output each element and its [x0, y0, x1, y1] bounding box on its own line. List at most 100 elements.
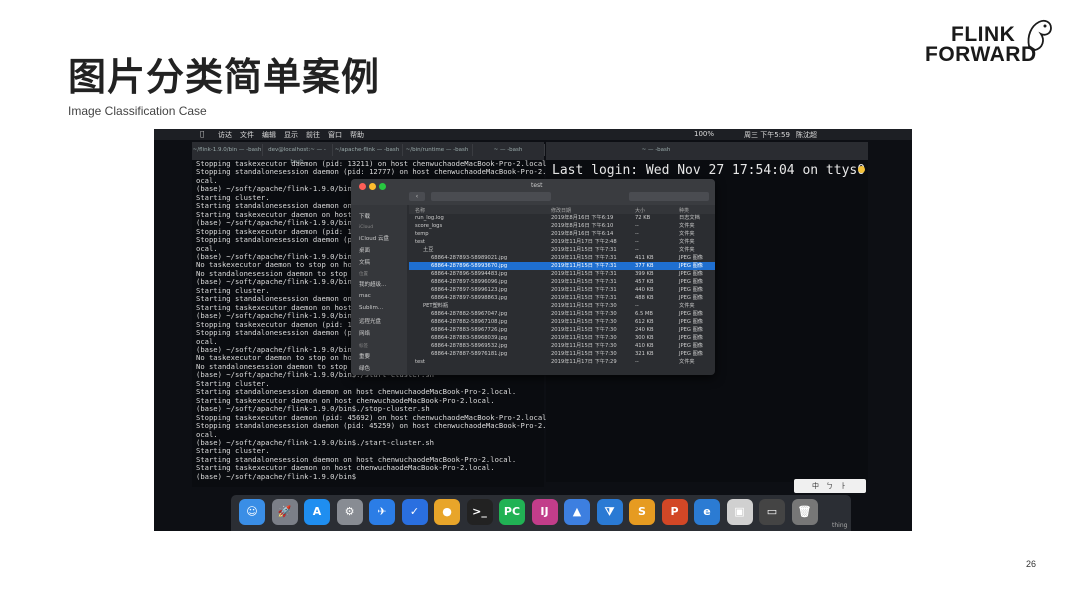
file-date: 2019年11月15日 下午7:31: [551, 247, 617, 253]
menu-item-view[interactable]: 显示: [284, 130, 298, 140]
file-row[interactable]: PET塑料瓶 2019年11月15日 下午7:30 -- 文件夹: [409, 302, 715, 310]
file-row[interactable]: 68864-287882-58967047.jpg 2019年11月15日 下午7…: [409, 310, 715, 318]
finder-icon[interactable]: ☺: [239, 499, 265, 525]
file-row[interactable]: 68864-287883-58967726.jpg 2019年11月15日 下午7…: [409, 326, 715, 334]
system-preferences-icon[interactable]: ⚙: [336, 499, 363, 525]
terminal-tab[interactable]: ~ — -bash: [472, 144, 545, 156]
finder-window[interactable]: test ‹ 下载 iCloud iCloud 云盘 桌面 文稿 位置 我的超级…: [351, 179, 715, 375]
sublime-icon[interactable]: S: [629, 499, 655, 525]
file-row[interactable]: 68864-287897-58998863.jpg 2019年11月15日 下午7…: [409, 294, 715, 302]
file-row[interactable]: 68864-287897-58996123.jpg 2019年11月15日 下午7…: [409, 286, 715, 294]
sidebar-item-location[interactable]: 我的超级...: [359, 280, 386, 288]
file-row[interactable]: 68864-287887-58976181.jpg 2019年11月15日 下午7…: [409, 350, 715, 358]
sidebar-item-sublime[interactable]: Sublim...: [359, 305, 383, 311]
file-kind: 文件夹: [679, 223, 695, 229]
page-number: 26: [1026, 559, 1037, 569]
sidebar-item-icloud-drive[interactable]: iCloud 云盘: [359, 234, 389, 242]
apple-icon[interactable]: : [200, 130, 204, 138]
back-button[interactable]: ‹: [409, 192, 425, 201]
preview-icon[interactable]: ▣: [726, 499, 753, 525]
terminal-tab[interactable]: ~ — -bash: [606, 144, 706, 156]
menu-item-help[interactable]: 帮助: [350, 130, 364, 140]
toolbar-view-buttons[interactable]: [431, 192, 551, 201]
search-field[interactable]: [629, 192, 709, 201]
file-row[interactable]: 68864-287896-58994483.jpg 2019年11月15日 下午7…: [409, 270, 715, 278]
menu-item-go[interactable]: 前往: [306, 130, 320, 140]
file-kind: JPEG 图像: [679, 263, 703, 269]
file-row[interactable]: 68864-287897-58996096.jpg 2019年11月15日 下午7…: [409, 278, 715, 286]
chrome-icon[interactable]: ●: [434, 499, 460, 525]
file-size: 488 KB: [635, 295, 654, 301]
file-name: test: [415, 239, 425, 245]
terminal-icon[interactable]: >_: [466, 499, 493, 525]
dingtalk-icon[interactable]: ✓: [401, 499, 428, 525]
ime-item[interactable]: ㄅ: [826, 481, 833, 491]
column-size[interactable]: 大小: [635, 207, 645, 214]
file-kind: JPEG 图像: [679, 279, 703, 285]
menu-item-window[interactable]: 窗口: [328, 130, 342, 140]
file-size: 399 KB: [635, 271, 654, 277]
file-kind: 文件夹: [679, 239, 695, 245]
sidebar-item-documents[interactable]: 文稿: [359, 258, 370, 266]
clock[interactable]: 周三 下午5:59: [744, 130, 790, 140]
sidebar-item-remote-disc[interactable]: 远程光盘: [359, 317, 381, 325]
file-row[interactable]: 68864-287882-58967108.jpg 2019年11月15日 下午7…: [409, 318, 715, 326]
close-icon[interactable]: [359, 183, 366, 190]
keynote-icon[interactable]: ▲: [564, 499, 590, 525]
sidebar-item-network[interactable]: 网络: [359, 329, 370, 337]
edge-icon[interactable]: e: [694, 499, 720, 525]
file-size: 377 KB: [635, 263, 654, 269]
powerpoint-icon[interactable]: P: [661, 499, 688, 525]
file-row[interactable]: 68864-287883-58969532.jpg 2019年11月15日 下午7…: [409, 342, 715, 350]
column-date[interactable]: 修改日期: [551, 207, 571, 214]
menu-item-finder[interactable]: 访达: [218, 130, 232, 140]
zoom-icon[interactable]: [379, 183, 386, 190]
macos-dock: ☺ 🚀 A ⚙ ✈ ✓ ● >_ PC IJ ▲ ⧩ S Pe ▣ ▭ 🗑: [231, 495, 851, 531]
menu-item-file[interactable]: 文件: [240, 130, 254, 140]
ime-item[interactable]: 中: [812, 481, 819, 491]
file-row[interactable]: 68864-287893-58989021.jpg 2019年11月15日 下午7…: [409, 254, 715, 262]
file-name: run_log.log: [415, 215, 444, 221]
file-row[interactable]: temp 2019年8月16日 下午6:14 -- 文件夹: [409, 230, 715, 238]
file-row[interactable]: 68864-287883-58968039.jpg 2019年11月15日 下午7…: [409, 334, 715, 342]
vscode-icon[interactable]: ⧩: [596, 499, 623, 525]
terminal-tab[interactable]: ~/bin/runtime — -bash: [402, 144, 473, 156]
sidebar-item-tag-green[interactable]: 绿色: [359, 364, 370, 372]
battery-status[interactable]: 100%: [694, 130, 714, 138]
file-size: --: [635, 239, 639, 245]
file-row[interactable]: test 2019年11月17日 下午7:29 -- 文件夹: [409, 358, 715, 366]
file-name: 68864-287896-58993670.jpg: [431, 263, 508, 269]
file-name: 68864-287897-58998863.jpg: [431, 295, 508, 301]
column-name[interactable]: 名称: [415, 207, 425, 214]
user-name[interactable]: 陈沈超: [796, 130, 817, 140]
trash-icon[interactable]: 🗑: [791, 499, 818, 525]
terminal-tab[interactable]: ~/apache-flink — -bash: [332, 144, 403, 156]
terminal-tab[interactable]: ~/flink-1.9.0/bin — -bash: [192, 144, 263, 156]
minimize-icon[interactable]: [369, 183, 376, 190]
file-row[interactable]: 土豆 2019年11月15日 下午7:31 -- 文件夹: [409, 246, 715, 254]
terminal-tab[interactable]: dev@localhost:~ — -bash: [262, 144, 333, 165]
sidebar-item-tag-important[interactable]: 重要: [359, 352, 370, 360]
feishu-icon[interactable]: ✈: [369, 499, 395, 525]
sidebar-item-mac[interactable]: mac: [359, 293, 371, 299]
sidebar-item-downloads[interactable]: 下载: [359, 212, 370, 220]
file-icon[interactable]: ▭: [759, 499, 785, 525]
column-kind[interactable]: 种类: [679, 207, 689, 214]
file-row[interactable]: score_logs 2019年8月16日 下午6:10 -- 文件夹: [409, 222, 715, 230]
input-method-bar[interactable]: 中 ㄅ ㅏ: [794, 479, 866, 493]
file-name: 68864-287893-58989021.jpg: [431, 255, 508, 261]
file-row[interactable]: 68864-287896-58993670.jpg 2019年11月15日 下午7…: [409, 262, 715, 270]
intellij-icon[interactable]: IJ: [531, 499, 558, 525]
menu-item-edit[interactable]: 编辑: [262, 130, 276, 140]
app-store-icon[interactable]: A: [304, 499, 330, 525]
ime-item[interactable]: ㅏ: [840, 481, 846, 491]
file-date: 2019年8月16日 下午6:19: [551, 215, 614, 221]
sidebar-item-desktop[interactable]: 桌面: [359, 246, 370, 254]
file-row[interactable]: run_log.log 2019年8月16日 下午6:19 72 KB 日志文档: [409, 214, 715, 222]
file-kind: JPEG 图像: [679, 295, 703, 301]
file-name: 68864-287883-58968039.jpg: [431, 335, 508, 341]
launchpad-icon[interactable]: 🚀: [271, 499, 298, 525]
file-row[interactable]: test 2019年11月17日 下午2:48 -- 文件夹: [409, 238, 715, 246]
pycharm-icon[interactable]: PC: [499, 499, 525, 525]
file-name: 68864-287883-58969532.jpg: [431, 343, 508, 349]
